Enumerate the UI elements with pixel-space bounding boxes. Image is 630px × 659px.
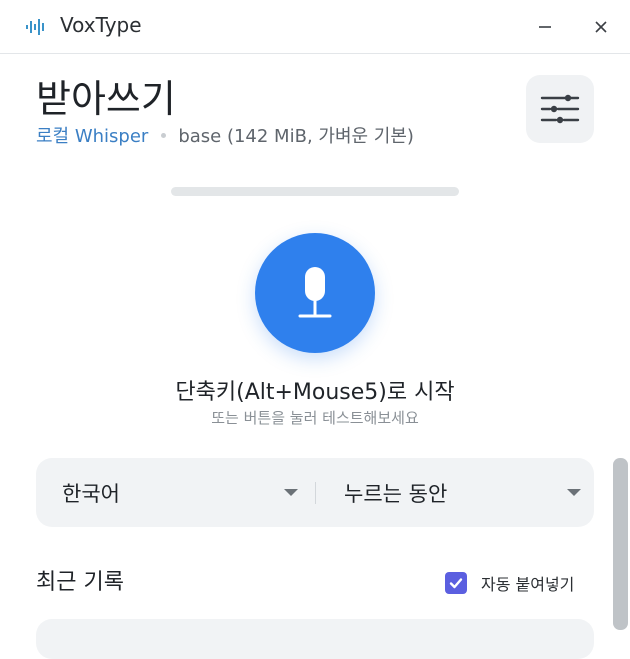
hint-text: 또는 버튼을 눌러 테스트해보세요 [211,409,419,427]
history-list [36,619,594,659]
minimize-icon [539,26,551,28]
autopaste-label: 자동 붙여넣기 [481,575,575,594]
page-title: 받아쓰기 [36,77,176,121]
engine-info: 로컬 Whisper base (142 MiB, 가벼운 기본) [36,122,414,148]
close-button[interactable] [587,12,615,42]
shortcut-text: 단축키(Alt+Mouse5)로 시작 [175,380,455,405]
checkmark-icon [449,578,463,589]
minimize-button[interactable] [531,12,559,42]
settings-button[interactable] [526,75,594,143]
title-bar: VoxType [0,0,630,54]
sliders-icon [540,94,580,124]
record-button[interactable] [255,233,375,353]
autopaste-toggle[interactable]: 자동 붙여넣기 [445,571,574,595]
mode-select[interactable]: 누르는 동안 [318,458,594,527]
chevron-down-icon [567,489,581,496]
chevron-down-icon [284,489,298,496]
language-select[interactable]: 한국어 [36,458,311,527]
divider [315,482,316,504]
recent-history-title: 최근 기록 [36,570,124,595]
autopaste-checkbox[interactable] [445,572,467,594]
separator-dot [161,132,167,138]
app-title: VoxType [60,13,142,37]
scrollbar-thumb[interactable] [613,458,628,630]
audio-level-meter [171,187,459,196]
close-icon [595,21,607,33]
waveform-icon [26,18,46,36]
mode-value: 누르는 동안 [344,481,448,506]
microphone-icon [298,267,332,318]
engine-label: 로컬 Whisper [36,126,149,147]
model-label: base (142 MiB, 가벼운 기본) [178,126,414,147]
language-value: 한국어 [62,481,120,506]
selector-card: 한국어 누르는 동안 [36,458,594,527]
